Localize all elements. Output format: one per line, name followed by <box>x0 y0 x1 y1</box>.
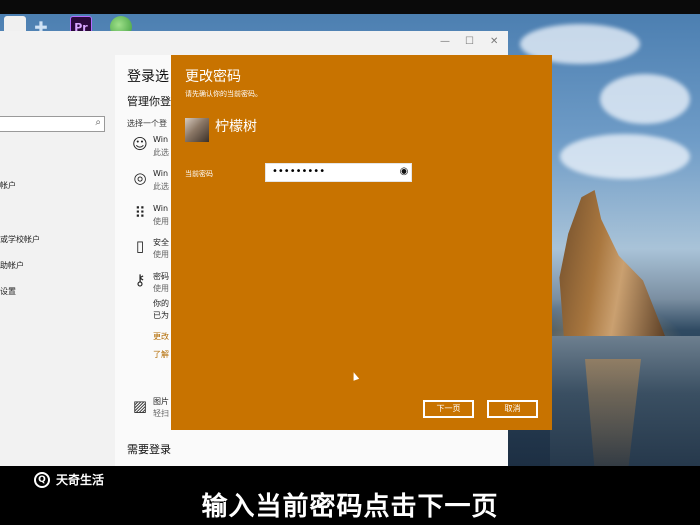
pin-grid-icon: ⠿ <box>134 204 146 222</box>
cloud <box>600 74 690 124</box>
picture-icon: ▨ <box>132 397 148 415</box>
video-subtitle: 输入当前密码点击下一页 <box>201 492 499 522</box>
close-icon[interactable]: ✕ <box>490 36 498 47</box>
caption-band: Q 天奇生活 输入当前密码点击下一页 <box>0 466 700 525</box>
cloud <box>560 134 690 179</box>
option-title[interactable]: 密码 <box>153 271 169 282</box>
change-password-dialog: 更改密码 请先确认你的当前密码。 柠檬树 当前密码 ••••••••• ◉ 下一… <box>171 55 552 430</box>
avatar <box>185 118 209 142</box>
option-title[interactable]: 安全 <box>153 237 169 248</box>
option-desc: 使用 <box>153 217 169 226</box>
password-detail: 你的 <box>153 299 169 308</box>
settings-titlebar: — ☐ ✕ <box>0 31 508 55</box>
top-black-bar <box>0 0 700 14</box>
username: 柠檬树 <box>215 119 257 135</box>
sidebar-item[interactable]: 或学校帐户 <box>0 234 40 245</box>
minimize-icon[interactable]: — <box>440 36 450 47</box>
next-button[interactable]: 下一页 <box>423 400 474 418</box>
cancel-button[interactable]: 取消 <box>487 400 538 418</box>
current-password-input[interactable]: ••••••••• <box>265 163 412 182</box>
learn-link[interactable]: 了解 <box>153 349 169 360</box>
change-link[interactable]: 更改 <box>153 331 169 342</box>
option-desc: 轻扫 <box>153 409 169 418</box>
current-password-label: 当前密码 <box>185 170 213 178</box>
option-title[interactable]: Win <box>153 204 168 213</box>
section-heading: 管理你登 <box>127 95 171 108</box>
option-title[interactable]: Win <box>153 135 168 144</box>
dialog-title: 更改密码 <box>185 69 241 85</box>
sidebar-item[interactable]: 帐户 <box>0 180 16 191</box>
sidebar-item[interactable]: 设置 <box>0 286 16 297</box>
maximize-icon[interactable]: ☐ <box>465 36 474 47</box>
page-title: 登录选 <box>127 69 169 85</box>
choose-text: 选择一个登 <box>127 119 167 128</box>
smile-icon: ☺ <box>132 135 148 153</box>
need-login-heading: 需要登录 <box>127 443 171 456</box>
option-desc: 使用 <box>153 284 169 293</box>
security-key-icon: ▯ <box>135 237 145 255</box>
option-desc: 使用 <box>153 250 169 259</box>
settings-left-pane: ⌕ 帐户 或学校帐户 助帐户 设置 <box>0 55 115 466</box>
dialog-subtitle: 请先确认你的当前密码。 <box>185 90 262 98</box>
settings-search-input[interactable]: ⌕ <box>0 116 105 132</box>
option-desc: 此选 <box>153 182 169 191</box>
reveal-password-icon[interactable]: ◉ <box>398 165 410 179</box>
sidebar-item[interactable]: 助帐户 <box>0 260 24 271</box>
fingerprint-icon: ◎ <box>133 169 147 187</box>
search-icon: ⌕ <box>95 117 101 128</box>
rock-formation <box>559 190 665 336</box>
key-icon: ⚷ <box>134 271 146 289</box>
option-title[interactable]: Win <box>153 169 168 178</box>
option-title[interactable]: 图片 <box>153 396 169 407</box>
option-desc: 此选 <box>153 148 169 157</box>
password-detail: 已为 <box>153 311 169 320</box>
